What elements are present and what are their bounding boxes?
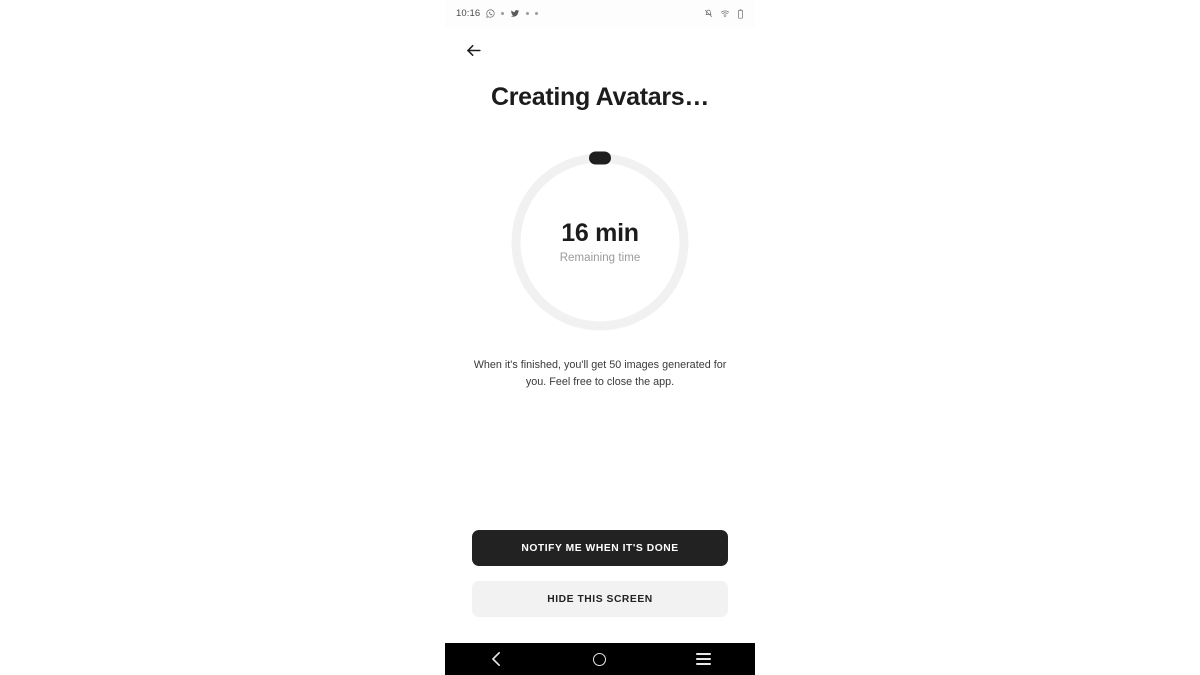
progress-center-content: 16 min Remaining time <box>505 147 695 337</box>
hide-screen-button[interactable]: HIDE THIS SCREEN <box>472 581 728 617</box>
whatsapp-icon <box>486 9 495 18</box>
status-bar: 10:16 <box>445 0 755 27</box>
back-arrow-icon[interactable] <box>461 38 485 62</box>
notification-dot-icon <box>526 12 530 15</box>
nav-recents-icon[interactable] <box>676 643 730 675</box>
battery-icon <box>737 8 744 19</box>
wifi-icon <box>720 9 730 18</box>
phone-screen: 10:16 Creating Avatars… 16 min Remaining… <box>445 0 755 675</box>
nav-home-icon[interactable] <box>573 643 627 675</box>
notify-me-button[interactable]: NOTIFY ME WHEN IT'S DONE <box>472 530 728 566</box>
nav-recents-lines <box>695 653 711 665</box>
status-bar-right <box>704 8 744 19</box>
notification-dot-icon <box>535 12 539 15</box>
screenshot-stage: 10:16 Creating Avatars… 16 min Remaining… <box>0 0 1200 675</box>
page-title: Creating Avatars… <box>490 83 710 111</box>
vibrate-mode-icon <box>704 9 713 18</box>
progress-ring: 16 min Remaining time <box>505 147 695 337</box>
status-bar-clock: 10:16 <box>456 8 481 19</box>
remaining-time-label: Remaining time <box>559 251 641 264</box>
app-bar <box>445 27 755 73</box>
android-nav-bar <box>445 643 755 675</box>
description-text: When it's finished, you'll get 50 images… <box>473 359 727 388</box>
remaining-time-value: 16 min <box>561 219 639 248</box>
nav-home-circle-shape <box>593 652 607 666</box>
nav-back-icon[interactable] <box>470 643 524 675</box>
notification-dot-icon <box>501 12 505 15</box>
status-bar-left: 10:16 <box>456 8 539 19</box>
twitter-icon <box>510 9 520 18</box>
